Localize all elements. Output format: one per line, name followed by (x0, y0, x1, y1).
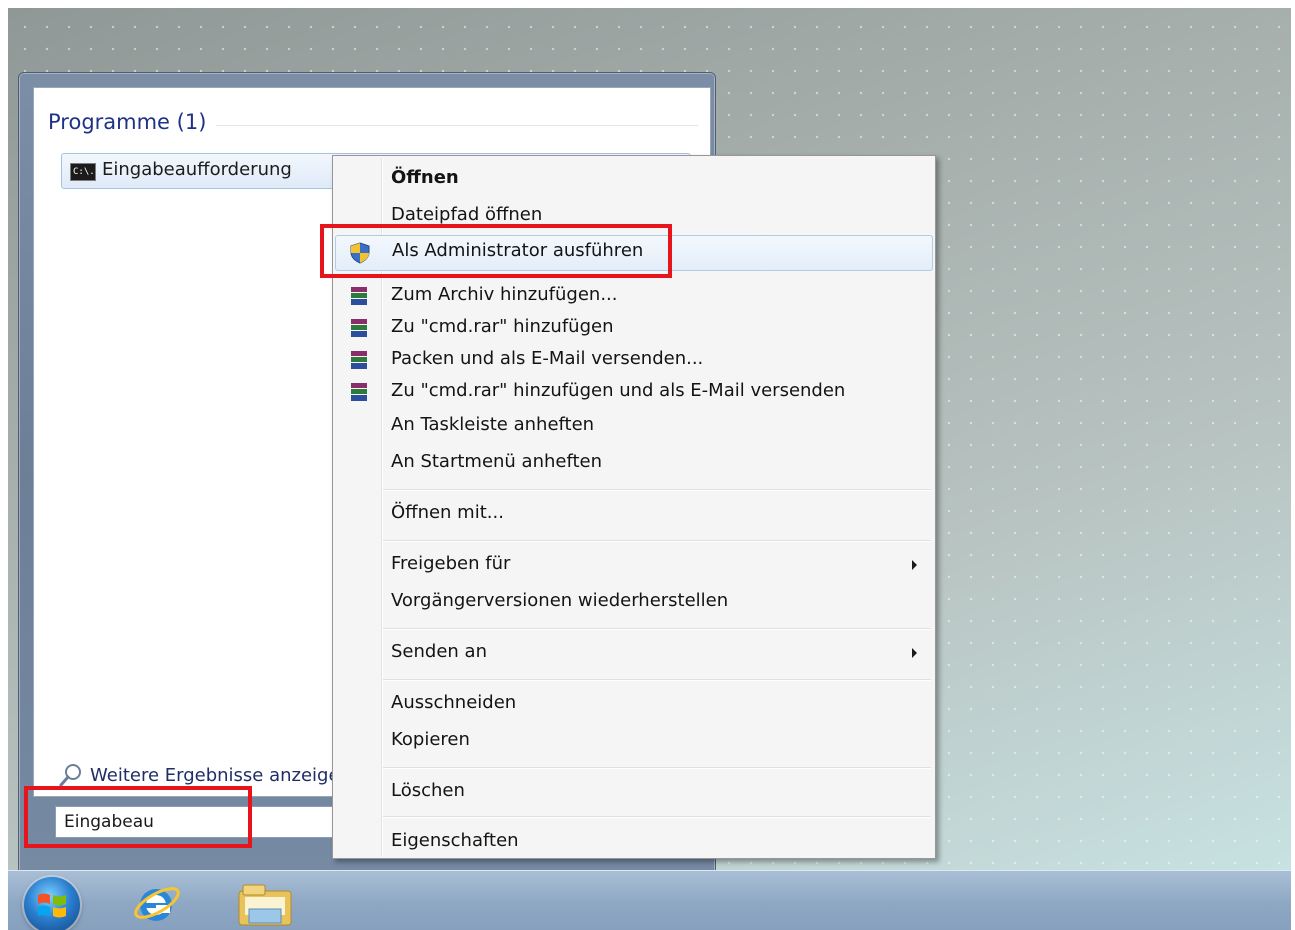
menu-item-label: An Taskleiste anheften (391, 414, 595, 435)
winrar-icon (351, 319, 367, 337)
menu-separator (383, 679, 931, 680)
menu-item-restore-previous-versions[interactable]: Vorgängerversionen wiederherstellen (335, 585, 933, 619)
winrar-icon (351, 287, 367, 305)
annotation-highlight-run-as-admin (320, 224, 672, 278)
winrar-icon (351, 351, 367, 369)
internet-explorer-icon[interactable] (130, 879, 184, 927)
windows-explorer-icon[interactable] (233, 881, 295, 929)
menu-item-label: Zum Archiv hinzufügen... (391, 284, 618, 305)
submenu-arrow-icon (912, 648, 917, 658)
menu-separator (383, 816, 931, 817)
menu-item-label: Kopieren (391, 729, 470, 750)
menu-item-send-to[interactable]: Senden an (335, 636, 933, 670)
menu-item-label: Ausschneiden (391, 692, 517, 713)
desktop: Programme (1) C:\. Eingabeaufforderung W… (8, 8, 1291, 930)
submenu-arrow-icon (912, 560, 917, 570)
taskbar (8, 870, 1291, 930)
program-result-label: Eingabeaufforderung (102, 159, 292, 180)
menu-separator (383, 767, 931, 768)
menu-item-label: Löschen (391, 780, 465, 801)
menu-separator (383, 489, 931, 490)
menu-item-label: Packen und als E-Mail versenden... (391, 348, 704, 369)
more-results-label: Weitere Ergebnisse anzeigen (90, 764, 351, 786)
menu-item-properties[interactable]: Eigenschaften (335, 825, 933, 859)
winrar-icon (351, 383, 367, 401)
menu-item-delete[interactable]: Löschen (335, 775, 933, 809)
menu-item-copy[interactable]: Kopieren (335, 724, 933, 758)
menu-item-pin-to-start-menu[interactable]: An Startmenü anheften (335, 446, 933, 480)
menu-item-label: Zu "cmd.rar" hinzufügen (391, 316, 614, 337)
menu-item-label: Öffnen (391, 167, 459, 188)
menu-item-add-to-cmd-rar[interactable]: Zu "cmd.rar" hinzufügen (335, 311, 933, 345)
command-prompt-icon: C:\. (70, 163, 96, 181)
menu-item-label: Senden an (391, 641, 487, 662)
menu-item-label: Freigeben für (391, 553, 511, 574)
menu-separator (383, 628, 931, 629)
menu-separator (383, 540, 931, 541)
annotation-highlight-search-input (24, 786, 252, 848)
menu-item-cut[interactable]: Ausschneiden (335, 687, 933, 721)
search-icon (59, 764, 81, 787)
menu-item-label: Vorgängerversionen wiederherstellen (391, 590, 729, 611)
menu-item-add-to-cmd-rar-and-email[interactable]: Zu "cmd.rar" hinzufügen und als E-Mail v… (335, 375, 933, 409)
menu-item-open[interactable]: Öffnen (335, 162, 933, 196)
menu-item-add-to-archive[interactable]: Zum Archiv hinzufügen... (335, 279, 933, 313)
menu-item-open-with[interactable]: Öffnen mit... (335, 497, 933, 531)
programs-header: Programme (1) (48, 110, 217, 134)
start-button[interactable] (24, 877, 80, 930)
menu-item-label: Zu "cmd.rar" hinzufügen und als E-Mail v… (391, 380, 846, 401)
menu-item-pack-and-email[interactable]: Packen und als E-Mail versenden... (335, 343, 933, 377)
menu-item-label: An Startmenü anheften (391, 451, 603, 472)
menu-item-label: Öffnen mit... (391, 502, 504, 523)
menu-item-label: Dateipfad öffnen (391, 204, 543, 225)
menu-item-share-with[interactable]: Freigeben für (335, 548, 933, 582)
menu-item-pin-to-taskbar[interactable]: An Taskleiste anheften (335, 409, 933, 443)
windows-logo-icon (38, 893, 66, 918)
menu-item-label: Eigenschaften (391, 830, 519, 851)
